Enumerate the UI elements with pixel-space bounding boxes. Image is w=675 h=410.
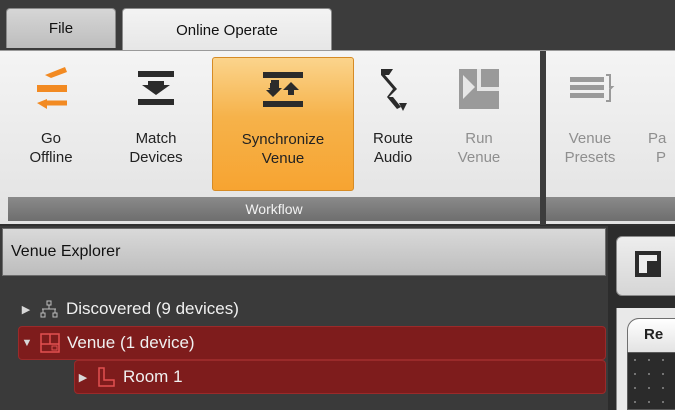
design-panel: Re [608,226,675,410]
venue-presets-icon [558,57,622,121]
go-offline-icon [19,57,83,121]
synchronize-venue-button[interactable]: Synchronize Venue [212,57,354,191]
match-devices-icon [124,57,188,121]
layout-icon [633,249,663,284]
expand-arrow-icon[interactable]: ▶ [18,303,34,316]
route-audio-button[interactable]: Route Audio [360,57,426,191]
route-audio-icon [361,57,425,121]
tree-item-label: Discovered (9 devices) [66,299,239,318]
go-offline-label-1: Go [40,130,61,147]
run-venue-button[interactable]: Run Venue [436,57,522,191]
run-venue-label-2: Venue [457,149,501,166]
expand-arrow-icon[interactable]: ▶ [75,371,91,384]
room-icon [95,366,117,388]
room-subtab[interactable]: Re [627,318,675,352]
design-canvas-area: Re [616,308,675,410]
route-audio-label-2: Audio [373,149,413,166]
run-venue-icon [447,57,511,121]
synchronize-venue-label-1: Synchronize [241,131,325,148]
tree-item-discovered[interactable]: ▶ Discovered (9 devices) [18,292,606,326]
route-audio-label-1: Route [372,130,414,147]
partial-label-2: P [656,149,667,166]
partial-ribbon-button[interactable]: Pa P [648,57,675,191]
go-offline-label-2: Offline [29,149,73,166]
match-devices-button[interactable]: Match Devices [110,57,202,191]
venue-presets-label-2: Presets [564,149,616,166]
tree-item-label: Venue (1 device) [67,333,195,352]
design-view-tab[interactable] [616,236,675,296]
venue-icon [39,332,61,354]
run-venue-label-1: Run [465,130,493,147]
go-offline-button[interactable]: Go Offline [8,57,94,191]
match-devices-label-2: Devices [129,149,183,166]
synchronize-venue-icon [251,58,315,122]
tree-item-label: Room 1 [123,367,183,386]
network-icon [38,298,60,320]
partial-label-1: Pa [648,130,667,147]
tab-online-operate[interactable]: Online Operate [122,8,332,52]
venue-explorer-panel: Venue Explorer ▶ Discovered (9 devices) [0,226,608,410]
ribbon-group-unlabeled [546,197,675,221]
ribbon-tab-strip: File Online Operate [0,0,675,52]
tree-item-room-1[interactable]: ▶ Room 1 [74,360,606,394]
venue-presets-label-1: Venue [568,130,612,147]
synchronize-venue-label-2: Venue [261,150,305,167]
ribbon-group-workflow: Workflow [8,197,540,221]
tab-file[interactable]: File [6,8,116,48]
venue-explorer-title: Venue Explorer [11,243,121,260]
venue-explorer-header: Venue Explorer [2,228,606,276]
venue-presets-button[interactable]: Venue Presets [552,57,628,191]
partial-icon [648,57,675,121]
match-devices-label-1: Match [135,130,177,147]
tree-item-venue[interactable]: ▼ Venue (1 device) [18,326,606,360]
ribbon: Go Offline Match Devices Synchronize Ven… [0,50,675,225]
collapse-arrow-icon[interactable]: ▼ [19,337,35,349]
design-canvas-grid[interactable] [627,352,675,410]
